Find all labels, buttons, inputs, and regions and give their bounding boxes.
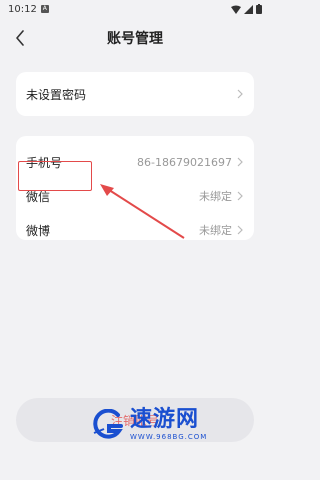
back-button[interactable] (10, 26, 30, 50)
signal-icon (244, 4, 253, 14)
logo-icon (93, 409, 123, 439)
chevron-right-icon (237, 157, 243, 167)
notification-icon: A (40, 5, 49, 13)
header: 账号管理 (0, 18, 270, 58)
page-title: 账号管理 (107, 31, 163, 47)
chevron-right-icon (237, 89, 243, 99)
chevron-right-icon (237, 191, 243, 201)
wifi-icon (231, 5, 241, 14)
watermark: 速游网 WWW.968BG.COM (92, 405, 207, 445)
status-bar: 10:12 A (0, 0, 270, 18)
password-card: 未设置密码 (16, 72, 254, 116)
password-row[interactable]: 未设置密码 (16, 72, 254, 116)
password-label: 未设置密码 (26, 87, 87, 102)
wechat-value: 未绑定 (199, 190, 232, 203)
watermark-url: WWW.968BG.COM (130, 433, 208, 441)
watermark-brand: 速游网 (130, 407, 200, 432)
highlight-box (18, 161, 92, 191)
battery-icon (256, 4, 262, 14)
phone-value: 86-18679021697 (137, 155, 232, 169)
back-arrow-icon (16, 30, 24, 46)
status-time: 10:12 (8, 3, 37, 15)
chevron-right-icon (237, 225, 243, 235)
weibo-value: 未绑定 (199, 224, 232, 237)
annotation-arrow-icon (100, 184, 185, 239)
